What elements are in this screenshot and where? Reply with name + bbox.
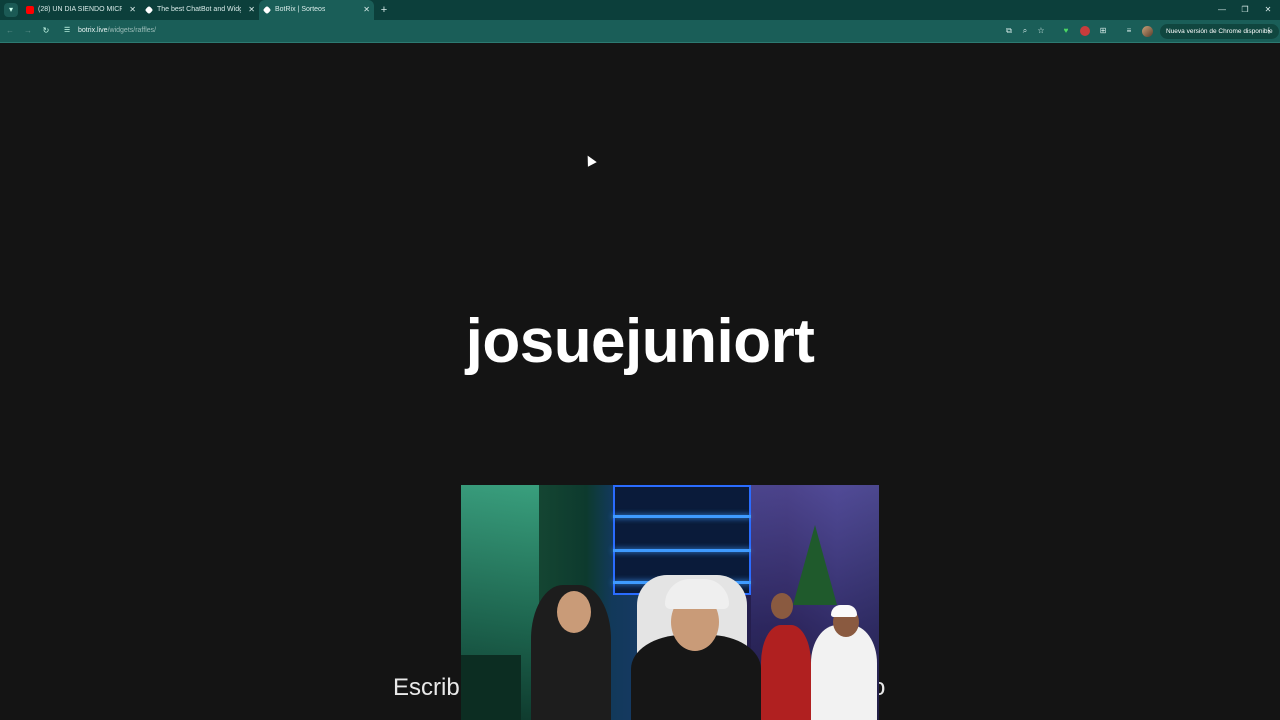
url-domain: botrix.live bbox=[78, 27, 108, 34]
new-tab-button[interactable]: + bbox=[378, 0, 390, 20]
more-menu-icon[interactable]: ⋮ bbox=[1264, 25, 1274, 37]
webcam-shelf-light bbox=[613, 515, 751, 518]
media-controls-icon[interactable]: ≡ bbox=[1123, 25, 1135, 37]
mouse-cursor-icon bbox=[583, 153, 597, 167]
raffle-page: josuejuniort Escrib o bbox=[0, 44, 1280, 720]
raffle-winner-name: josuejuniort bbox=[465, 307, 815, 376]
minimize-button[interactable]: — bbox=[1211, 0, 1233, 20]
close-window-button[interactable]: ✕ bbox=[1257, 0, 1279, 20]
webcam-person bbox=[761, 625, 811, 720]
browser-toolbar: ← → ↻ ☰ botrix.live/widgets/raffles/ ⧉ ⌕… bbox=[0, 20, 1280, 43]
webcam-person-cap bbox=[831, 605, 857, 617]
profile-avatar[interactable] bbox=[1142, 26, 1153, 37]
botrix-favicon-icon bbox=[262, 5, 272, 15]
tab-label: BotRix | Sorteos bbox=[275, 6, 326, 13]
close-icon[interactable]: ✕ bbox=[363, 0, 370, 20]
webcam-desk bbox=[461, 655, 521, 720]
url-path: /widgets/raffles/ bbox=[107, 27, 157, 34]
webcam-shelf-light bbox=[613, 549, 751, 552]
close-icon[interactable]: ✕ bbox=[248, 0, 255, 20]
bookmark-star-icon[interactable]: ☆ bbox=[1035, 25, 1047, 37]
tab-strip: ▾ (28) UN DIA SIENDO MICRERO ✕ The best … bbox=[0, 0, 1280, 20]
webcam-person-head bbox=[557, 591, 591, 633]
reload-button[interactable]: ↻ bbox=[40, 25, 52, 37]
webcam-person bbox=[811, 625, 877, 720]
tab-label: The best ChatBot and Widgets bbox=[157, 6, 241, 13]
tab-chatbot[interactable]: The best ChatBot and Widgets ✕ bbox=[141, 0, 259, 20]
address-bar[interactable]: botrix.live/widgets/raffles/ bbox=[78, 25, 156, 37]
extension-red-icon[interactable] bbox=[1080, 26, 1090, 36]
back-button[interactable]: ← bbox=[4, 25, 16, 37]
chrome-update-button[interactable]: Nueva versión de Chrome disponible bbox=[1160, 24, 1279, 39]
tab-sorteos[interactable]: BotRix | Sorteos ✕ bbox=[259, 0, 374, 20]
webcam-overlay bbox=[461, 485, 879, 720]
botrix-favicon-icon bbox=[144, 5, 154, 15]
site-info-icon[interactable]: ☰ bbox=[64, 26, 73, 35]
youtube-favicon-icon bbox=[26, 6, 34, 14]
webcam-person-head bbox=[771, 593, 793, 619]
extension-green-icon[interactable]: ♥ bbox=[1060, 25, 1072, 37]
extensions-puzzle-icon[interactable]: ⊞ bbox=[1097, 25, 1109, 37]
tab-youtube[interactable]: (28) UN DIA SIENDO MICRERO ✕ bbox=[22, 0, 140, 20]
restore-button[interactable]: ❐ bbox=[1234, 0, 1256, 20]
close-icon[interactable]: ✕ bbox=[129, 0, 136, 20]
webcam-christmas-tree bbox=[793, 525, 837, 605]
zoom-icon[interactable]: ⌕ bbox=[1019, 25, 1031, 37]
tab-label: (28) UN DIA SIENDO MICRERO bbox=[38, 6, 122, 13]
forward-button[interactable]: → bbox=[22, 25, 34, 37]
webcam-person-cap bbox=[665, 579, 729, 609]
translate-icon[interactable]: ⧉ bbox=[1003, 25, 1015, 37]
tab-search-button[interactable]: ▾ bbox=[4, 3, 18, 17]
